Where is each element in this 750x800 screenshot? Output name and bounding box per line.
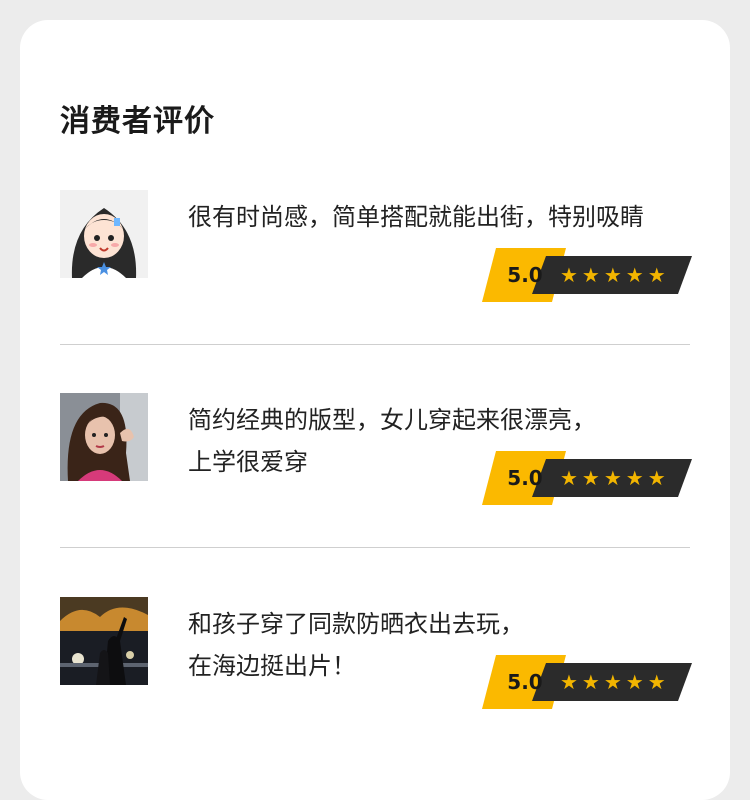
rating-badge: 5.0 ★★★★★ [482, 655, 692, 709]
star-rating-icon: ★★★★★ [560, 263, 670, 287]
review-text: 很有时尚感，简单搭配就能出街，特别吸睛 [188, 203, 644, 231]
star-rating-icon: ★★★★★ [560, 466, 670, 490]
section-title: 消费者评价 [60, 104, 215, 139]
night-city-avatar [60, 597, 148, 685]
divider [60, 547, 690, 548]
woman-portrait-avatar [60, 393, 148, 481]
rating-badge: 5.0 ★★★★★ [482, 248, 692, 302]
divider [60, 344, 690, 345]
rating-score: 5.0 [507, 263, 543, 287]
cartoon-girl-avatar [60, 190, 148, 278]
star-rating-icon: ★★★★★ [560, 670, 670, 694]
rating-score: 5.0 [507, 670, 543, 694]
rating-badge: 5.0 ★★★★★ [482, 451, 692, 505]
rating-score: 5.0 [507, 466, 543, 490]
